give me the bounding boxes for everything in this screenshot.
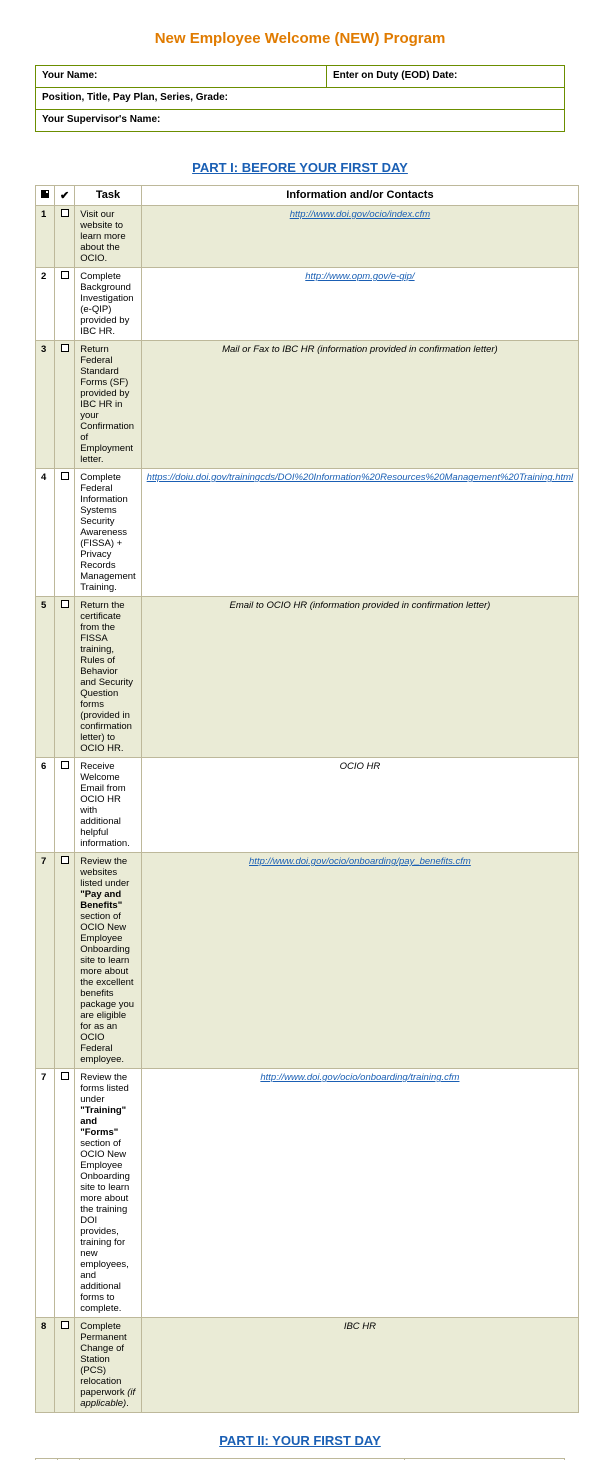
row-checkbox[interactable] [55, 206, 75, 268]
checkbox-icon[interactable] [61, 344, 69, 352]
eod-field[interactable]: Enter on Duty (EOD) Date: [326, 66, 564, 88]
row-number: 3 [36, 341, 55, 469]
row-number: 7 [36, 853, 55, 1069]
part1-table: ✔ Task Information and/or Contacts 1 Visi… [35, 185, 579, 1413]
info-link[interactable]: http://www.doi.gov/ocio/onboarding/pay_b… [249, 856, 471, 867]
table-row: 4 Complete Federal Information Systems Se… [36, 469, 579, 597]
row-info: http://www.opm.gov/e-qip/ [141, 268, 579, 341]
checkbox-icon[interactable] [61, 1072, 69, 1080]
table-row: 5 Return the certificate from the FISSA t… [36, 597, 579, 758]
row-number: 2 [36, 268, 55, 341]
info-link[interactable]: http://www.doi.gov/ocio/onboarding/train… [260, 1072, 459, 1083]
checkbox-icon[interactable] [61, 209, 69, 217]
row-info: IBC HR [141, 1318, 579, 1413]
header-info: Information and/or Contacts [141, 186, 579, 206]
row-checkbox[interactable] [55, 1069, 75, 1318]
row-task: Visit our website to learn more about th… [75, 206, 141, 268]
checkbox-icon[interactable] [61, 1321, 69, 1329]
row-checkbox[interactable] [55, 268, 75, 341]
page-title: New Employee Welcome (NEW) Program [35, 30, 565, 47]
checkbox-icon[interactable] [61, 856, 69, 864]
info-link[interactable]: https://doiu.doi.gov/trainingcds/DOI%20I… [147, 472, 574, 483]
info-link[interactable]: http://www.doi.gov/ocio/index.cfm [290, 209, 430, 220]
row-info: http://www.doi.gov/ocio/onboarding/pay_b… [141, 853, 579, 1069]
header-info: Information and/or Contacts [405, 1459, 565, 1460]
info-table: Your Name: Enter on Duty (EOD) Date: Pos… [35, 65, 565, 132]
row-checkbox[interactable] [55, 341, 75, 469]
row-checkbox[interactable] [55, 469, 75, 597]
row-number: 7 [36, 1069, 55, 1318]
table-row: 7 Review the websites listed under "Pay a… [36, 853, 579, 1069]
part1-heading: PART I: BEFORE YOUR FIRST DAY [35, 160, 565, 175]
table-row: 3 Return Federal Standard Forms (SF) prov… [36, 341, 579, 469]
name-field[interactable]: Your Name: [36, 66, 327, 88]
row-checkbox[interactable] [55, 1318, 75, 1413]
checkbox-icon[interactable] [61, 472, 69, 480]
header-icon-b: ✔ [58, 1459, 80, 1460]
supervisor-field[interactable]: Your Supervisor's Name: [36, 110, 565, 132]
row-task: Return Federal Standard Forms (SF) provi… [75, 341, 141, 469]
position-field[interactable]: Position, Title, Pay Plan, Series, Grade… [36, 88, 565, 110]
part2-table: ✔ Task Information and/or Contacts 1Arri… [35, 1458, 565, 1460]
header-icon-a [36, 1459, 58, 1460]
row-checkbox[interactable] [55, 853, 75, 1069]
row-number: 5 [36, 597, 55, 758]
row-task: Complete Background Investigation (e-QIP… [75, 268, 141, 341]
row-number: 1 [36, 206, 55, 268]
row-info: OCIO HR [141, 758, 579, 853]
header-task: Task [75, 186, 141, 206]
row-task: Return the certificate from the FISSA tr… [75, 597, 141, 758]
table-row: 7 Review the forms listed under "Training… [36, 1069, 579, 1318]
row-info: http://www.doi.gov/ocio/onboarding/train… [141, 1069, 579, 1318]
row-number: 4 [36, 469, 55, 597]
header-icon-b: ✔ [55, 186, 75, 206]
header-icon-a [36, 186, 55, 206]
row-info: https://doiu.doi.gov/trainingcds/DOI%20I… [141, 469, 579, 597]
part2-heading: PART II: YOUR FIRST DAY [35, 1433, 565, 1448]
table-row: 6 Receive Welcome Email from OCIO HR with… [36, 758, 579, 853]
row-task: Review the forms listed under "Training"… [75, 1069, 141, 1318]
table-row: 1 Visit our website to learn more about t… [36, 206, 579, 268]
checkbox-icon[interactable] [61, 271, 69, 279]
row-task: Complete Federal Information Systems Sec… [75, 469, 141, 597]
row-info: Mail or Fax to IBC HR (information provi… [141, 341, 579, 469]
row-number: 8 [36, 1318, 55, 1413]
row-info: Email to OCIO HR (information provided i… [141, 597, 579, 758]
checkbox-icon[interactable] [61, 761, 69, 769]
info-link[interactable]: http://www.opm.gov/e-qip/ [305, 271, 414, 282]
row-task: Complete Permanent Change of Station (PC… [75, 1318, 141, 1413]
table-row: 8 Complete Permanent Change of Station (P… [36, 1318, 579, 1413]
table-row: 2 Complete Background Investigation (e-QI… [36, 268, 579, 341]
header-task: Task [80, 1459, 405, 1460]
row-checkbox[interactable] [55, 758, 75, 853]
checkbox-icon[interactable] [61, 600, 69, 608]
row-checkbox[interactable] [55, 597, 75, 758]
row-number: 6 [36, 758, 55, 853]
row-task: Review the websites listed under "Pay an… [75, 853, 141, 1069]
row-info: http://www.doi.gov/ocio/index.cfm [141, 206, 579, 268]
row-task: Receive Welcome Email from OCIO HR with … [75, 758, 141, 853]
